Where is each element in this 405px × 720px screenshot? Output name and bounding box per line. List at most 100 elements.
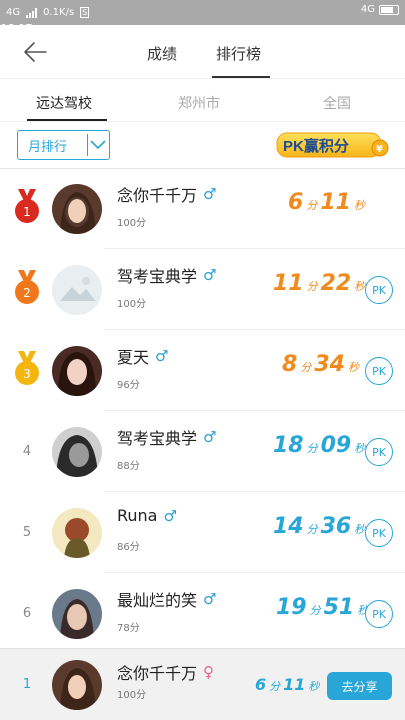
user-score: 100分 (117, 218, 147, 229)
user-name-text: Runa (117, 506, 158, 525)
time-seconds: 36 (320, 514, 352, 539)
user-name: 最灿烂的笑 ♂ (117, 587, 216, 611)
pk-win-points-logo[interactable]: PK赢积分 ¥ (275, 128, 393, 162)
second-unit: 秒 (354, 523, 366, 536)
my-exam-time: 6 分 11 秒 (255, 675, 322, 694)
avatar[interactable] (52, 265, 102, 315)
second-unit: 秒 (354, 280, 366, 293)
time-minutes: 11 (273, 271, 304, 296)
time-minutes: 6 (288, 190, 304, 215)
time-seconds: 51 (323, 595, 355, 620)
minute-unit: 分 (306, 199, 318, 212)
avatar[interactable] (52, 184, 102, 234)
male-icon: ♂ (203, 266, 217, 284)
user-name-text: 驾考宝典学 (117, 267, 198, 286)
user-name: 念你千千万 ♂ (117, 182, 216, 206)
user-score: 96分 (117, 380, 140, 391)
leaderboard-row[interactable]: 5 Runa ♂ 86分 14 分 36 秒 PK (0, 492, 405, 573)
minute-unit: 分 (300, 361, 312, 374)
exam-time: 18 分 09 秒 (273, 433, 368, 458)
battery-icon (379, 4, 399, 15)
pk-button[interactable]: PK (365, 600, 393, 628)
leaderboard-row[interactable]: 3 夏天 ♂ 96分 8 分 34 秒 PK (0, 330, 405, 411)
svg-text:¥: ¥ (376, 144, 383, 155)
time-minutes: 19 (276, 595, 307, 620)
tab-school[interactable]: 远达驾校 (36, 93, 92, 113)
user-name-text: 最灿烂的笑 (117, 591, 198, 610)
period-dropdown[interactable]: 月排行 (17, 130, 110, 160)
rank-number: 5 (22, 525, 32, 540)
male-icon: ♂ (203, 590, 217, 608)
sim-badge: S (80, 7, 90, 18)
scope-tabs: 远达驾校 郑州市 全国 (0, 80, 405, 122)
network-label: 4G (6, 7, 21, 18)
male-icon: ♂ (163, 506, 177, 525)
second-unit: 秒 (308, 680, 320, 693)
exam-time: 11 分 22 秒 (273, 271, 368, 296)
male-icon: ♂ (203, 428, 217, 446)
minute-unit: 分 (306, 523, 318, 536)
medal-orange-icon: 2 (15, 270, 39, 304)
pk-button[interactable]: PK (365, 276, 393, 304)
period-dropdown-label: 月排行 (28, 139, 68, 155)
svg-text:3: 3 (23, 367, 31, 381)
avatar[interactable] (52, 589, 102, 639)
user-name-text: 念你千千万 (117, 186, 198, 205)
active-scope-indicator (27, 119, 107, 121)
leaderboard-row[interactable]: 6 最灿烂的笑 ♂ 78分 19 分 51 秒 PK (0, 573, 405, 654)
my-user-name: 念你千千万 ♀ (117, 660, 214, 684)
back-arrow-icon[interactable] (22, 39, 48, 65)
second-unit: 秒 (347, 361, 359, 374)
leaderboard-row[interactable]: 4 驾考宝典学 ♂ 88分 18 分 09 秒 PK (0, 411, 405, 492)
my-ranking-bar: 1 念你千千万 ♀ 100分 6 分 11 秒 去分享 (0, 648, 405, 720)
male-icon: ♂ (203, 185, 217, 203)
minute-unit: 分 (309, 604, 321, 617)
chevron-down-icon (88, 134, 109, 156)
second-unit: 秒 (353, 199, 365, 212)
avatar[interactable] (52, 346, 102, 396)
signal-icon (26, 7, 38, 18)
exam-time: 6 分 11 秒 (288, 190, 368, 215)
user-name: Runa ♂ (117, 506, 177, 525)
minute-unit: 分 (269, 680, 281, 693)
exam-time: 19 分 51 秒 (276, 595, 371, 620)
avatar[interactable] (52, 508, 102, 558)
minute-unit: 分 (306, 442, 318, 455)
user-score: 88分 (117, 461, 140, 472)
second-unit: 秒 (354, 442, 366, 455)
exam-time: 14 分 36 秒 (273, 514, 368, 539)
user-score: 86分 (117, 542, 140, 553)
user-name-text: 夏天 (117, 348, 150, 367)
medal-gold-icon: 3 (15, 351, 39, 385)
leaderboard-row[interactable]: 1 念你千千万 ♂ 100分 6 分 11 秒 (0, 168, 405, 249)
tab-city[interactable]: 郑州市 (178, 93, 220, 113)
user-name: 夏天 ♂ (117, 344, 168, 368)
leaderboard-row[interactable]: 2 驾考宝典学 ♂ 100分 11 分 22 秒 PK (0, 249, 405, 330)
pk-button[interactable]: PK (365, 438, 393, 466)
user-score: 78分 (117, 623, 140, 634)
user-name-text: 驾考宝典学 (117, 429, 198, 448)
medal-red-icon: 1 (15, 189, 39, 223)
status-bar: 4G 0.1K/s S 18:17 4G (0, 0, 405, 35)
female-icon: ♀ (203, 663, 215, 681)
time-minutes: 14 (273, 514, 304, 539)
time-seconds: 34 (314, 352, 345, 377)
minute-unit: 分 (306, 280, 318, 293)
tab-leaderboard[interactable]: 排行榜 (216, 43, 261, 64)
my-user-name-text: 念你千千万 (117, 664, 198, 683)
speed-label: 0.1K/s (43, 7, 75, 18)
svg-text:1: 1 (23, 205, 31, 219)
time-seconds: 09 (320, 433, 352, 458)
avatar[interactable] (52, 427, 102, 477)
time-minutes: 8 (282, 352, 298, 377)
pk-button[interactable]: PK (365, 357, 393, 385)
tab-scores[interactable]: 成绩 (147, 43, 177, 64)
time-seconds: 22 (320, 271, 352, 296)
top-nav: 成绩 排行榜 (0, 25, 405, 79)
user-name: 驾考宝典学 ♂ (117, 263, 216, 287)
tab-national[interactable]: 全国 (323, 93, 351, 113)
pk-button[interactable]: PK (365, 519, 393, 547)
male-icon: ♂ (155, 347, 169, 365)
my-avatar[interactable] (52, 660, 102, 710)
share-button[interactable]: 去分享 (327, 672, 392, 700)
